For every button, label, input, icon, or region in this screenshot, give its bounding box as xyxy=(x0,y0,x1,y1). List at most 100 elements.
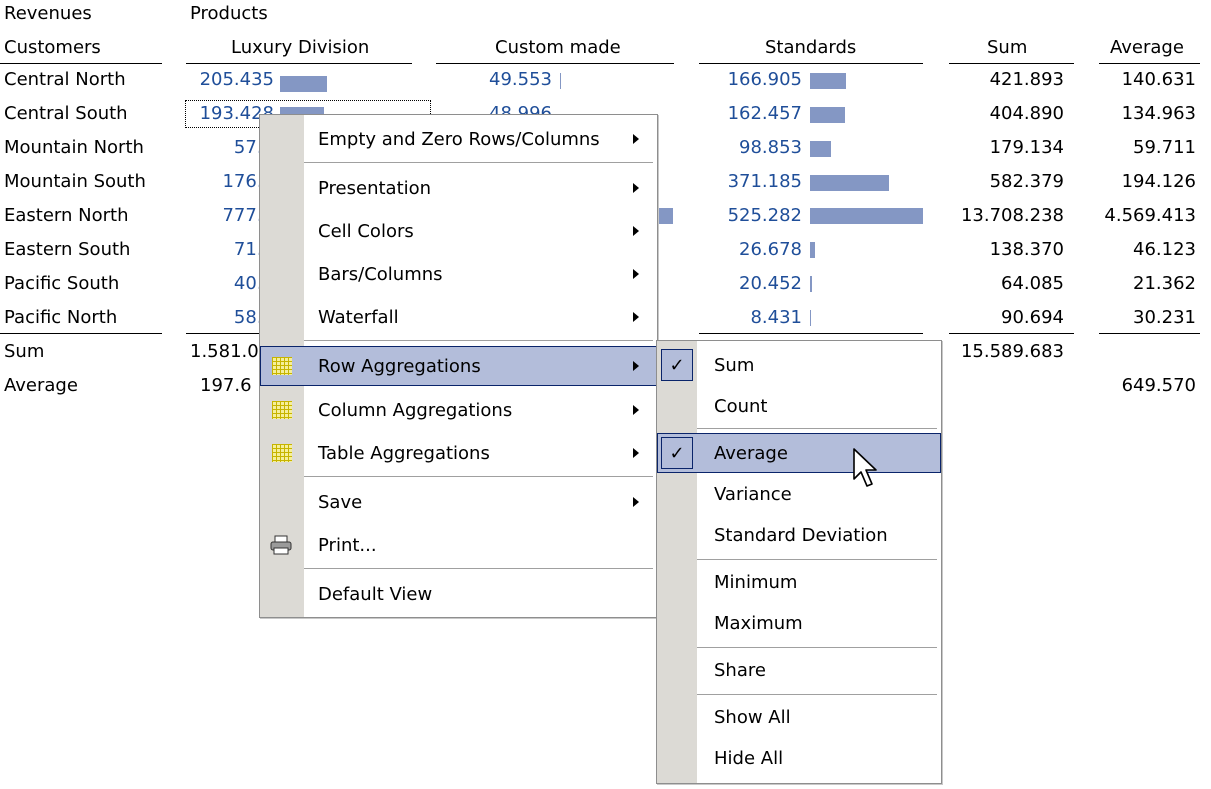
menu-separator xyxy=(697,647,937,648)
col-header-sum[interactable]: Sum xyxy=(987,37,1027,58)
col-header-luxury[interactable]: Luxury Division xyxy=(231,37,369,58)
col-header-standards[interactable]: Standards xyxy=(765,37,856,58)
menu-item-column-aggregations[interactable]: Column Aggregations xyxy=(260,390,657,430)
menu-item-save[interactable]: Save xyxy=(260,482,657,522)
cell-standards[interactable]: 162.457 xyxy=(700,103,802,124)
cell-average: 134.963 xyxy=(1121,103,1196,124)
cell-standards[interactable]: 20.452 xyxy=(700,273,802,294)
menu-item-default-view[interactable]: Default View xyxy=(260,574,657,614)
col-header-average[interactable]: Average xyxy=(1110,37,1184,58)
menu-item-bars-columns[interactable]: Bars/Columns xyxy=(260,254,657,294)
submenu-item-variance[interactable]: Variance xyxy=(657,474,941,514)
cell-standards[interactable]: 371.185 xyxy=(700,171,802,192)
value-bar xyxy=(658,208,673,224)
menu-item-label: Row Aggregations xyxy=(318,355,481,377)
menu-item-label: Default View xyxy=(318,583,433,605)
menu-item-print[interactable]: Print... xyxy=(260,525,657,565)
mouse-pointer-icon xyxy=(852,447,878,494)
submenu-item-label: Maximum xyxy=(714,612,803,634)
menu-separator xyxy=(304,162,653,163)
menu-separator xyxy=(697,428,937,429)
submenu-item-label: Minimum xyxy=(714,571,798,593)
submenu-item-label: Hide All xyxy=(714,747,784,769)
menu-item-cell-colors[interactable]: Cell Colors xyxy=(260,211,657,251)
submenu-item-count[interactable]: Count xyxy=(657,386,941,426)
menu-separator xyxy=(304,568,653,569)
submenu-item-label: Show All xyxy=(714,706,791,728)
submenu-item-minimum[interactable]: Minimum xyxy=(657,562,941,602)
menu-item-label: Empty and Zero Rows/Columns xyxy=(318,128,600,150)
row-label: Mountain South xyxy=(4,171,146,192)
cell-average: 140.631 xyxy=(1121,69,1196,90)
submenu-item-label: Share xyxy=(714,659,766,681)
total-row-label: Average xyxy=(4,375,78,396)
submenu-item-sum[interactable]: ✓ Sum xyxy=(657,345,941,385)
cell-sum: 138.370 xyxy=(989,239,1064,260)
chevron-right-icon xyxy=(633,405,639,415)
row-label: Eastern South xyxy=(4,239,131,260)
menu-item-waterfall[interactable]: Waterfall xyxy=(260,297,657,337)
chevron-right-icon xyxy=(633,312,639,322)
cell-standards[interactable]: 166.905 xyxy=(700,69,802,90)
cell-standards[interactable]: 525.282 xyxy=(700,205,802,226)
row-label: Central South xyxy=(4,103,128,124)
col-header-custom[interactable]: Custom made xyxy=(495,37,621,58)
context-menu: Empty and Zero Rows/Columns Presentation… xyxy=(259,114,658,618)
cell-average: 194.126 xyxy=(1121,171,1196,192)
menu-item-label: Save xyxy=(318,491,363,513)
cell-luxury[interactable]: 205.435 xyxy=(190,69,274,90)
header-rule xyxy=(949,63,1074,64)
menu-item-table-aggregations[interactable]: Table Aggregations xyxy=(260,433,657,473)
submenu-item-hide-all[interactable]: Hide All xyxy=(657,738,941,778)
cell-standards[interactable]: 26.678 xyxy=(700,239,802,260)
menu-item-label: Cell Colors xyxy=(318,220,414,242)
cell-average: 46.123 xyxy=(1133,239,1196,260)
cell-average: 59.711 xyxy=(1133,137,1196,158)
cell-sum: 404.890 xyxy=(989,103,1064,124)
chevron-right-icon xyxy=(633,134,639,144)
menu-item-label: Bars/Columns xyxy=(318,263,443,285)
cell-sum: 64.085 xyxy=(1001,273,1064,294)
grid-icon xyxy=(272,401,292,419)
totals-rule xyxy=(949,333,1074,334)
menu-item-label: Column Aggregations xyxy=(318,399,513,421)
menu-separator xyxy=(697,694,937,695)
chevron-right-icon xyxy=(633,183,639,193)
chevron-right-icon xyxy=(633,269,639,279)
value-bar xyxy=(810,242,815,258)
cell-sum: 179.134 xyxy=(989,137,1064,158)
cell-custom[interactable]: 49.553 xyxy=(440,69,552,90)
menu-item-label: Table Aggregations xyxy=(318,442,490,464)
menu-item-empty-zero[interactable]: Empty and Zero Rows/Columns xyxy=(260,119,657,159)
value-bar xyxy=(810,107,845,123)
cell-standards[interactable]: 98.853 xyxy=(700,137,802,158)
cell-standards[interactable]: 8.431 xyxy=(700,307,802,328)
submenu-item-show-all[interactable]: Show All xyxy=(657,697,941,737)
submenu-item-average[interactable]: ✓ Average xyxy=(657,433,941,473)
totals-rule xyxy=(0,333,162,334)
submenu-item-share[interactable]: Share xyxy=(657,650,941,690)
header-rule xyxy=(1099,63,1200,64)
measure-label: Revenues xyxy=(4,3,92,24)
totals-rule xyxy=(699,333,923,334)
menu-item-presentation[interactable]: Presentation xyxy=(260,168,657,208)
menu-separator xyxy=(304,476,653,477)
value-bar xyxy=(280,73,327,94)
cell-sum: 582.379 xyxy=(989,171,1064,192)
dimension-label: Products xyxy=(190,3,268,24)
submenu-item-standard-deviation[interactable]: Standard Deviation xyxy=(657,515,941,555)
header-rule xyxy=(186,63,412,64)
submenu-item-maximum[interactable]: Maximum xyxy=(657,603,941,643)
total-luxury: 1.581.0 xyxy=(190,341,259,362)
value-bar xyxy=(560,73,561,89)
header-rule xyxy=(0,63,162,64)
check-icon: ✓ xyxy=(661,349,693,381)
cell-sum: 421.893 xyxy=(989,69,1064,90)
row-header[interactable]: Customers xyxy=(4,37,101,58)
row-label: Mountain North xyxy=(4,137,144,158)
menu-item-row-aggregations[interactable]: Row Aggregations xyxy=(260,346,657,386)
chevron-right-icon xyxy=(633,448,639,458)
row-label: Pacific South xyxy=(4,273,120,294)
value-bar xyxy=(810,310,811,326)
submenu-item-label: Variance xyxy=(714,483,792,505)
